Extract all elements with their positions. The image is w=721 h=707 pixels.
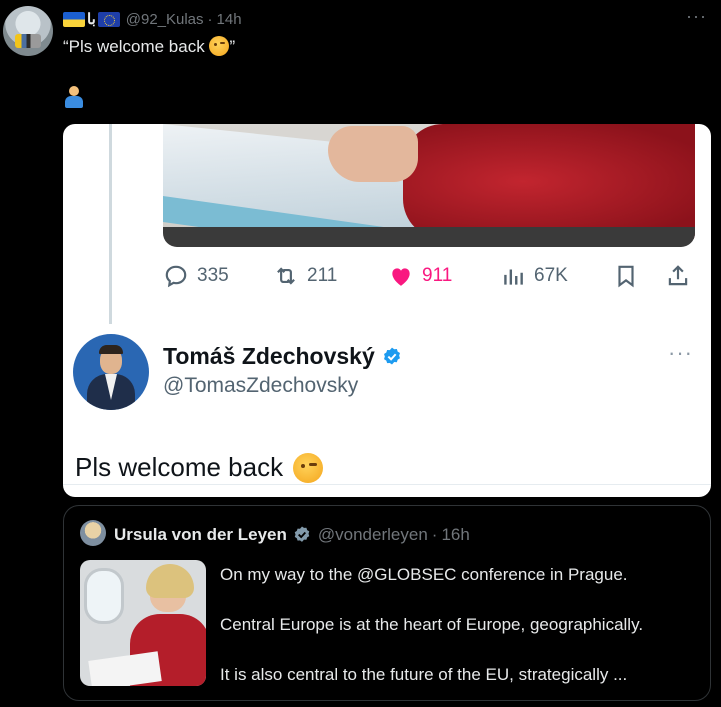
screenshot-repost-action: 211 bbox=[273, 262, 337, 290]
quoted-timestamp[interactable]: 16h bbox=[441, 525, 469, 545]
screenshot-tweet-text-body: Pls welcome back bbox=[75, 452, 284, 482]
screenshot-author-name-text: Tomáš Zdechovský bbox=[163, 343, 375, 369]
winking-face-emoji-icon bbox=[293, 452, 324, 483]
screenshot-share-action bbox=[665, 262, 699, 290]
winking-face-emoji-icon bbox=[209, 36, 230, 56]
screenshot-author-handle: @TomasZdechovsky bbox=[163, 374, 359, 397]
views-count: 67K bbox=[534, 265, 568, 286]
views-chart-icon bbox=[504, 269, 523, 285]
attached-screenshot[interactable]: 335 211 911 67K Tomáš Zdechovský @TomasZ… bbox=[63, 124, 711, 497]
verified-badge-icon bbox=[294, 526, 310, 542]
quoted-tweet-header: Ursula von der Leyen @vonderleyen · 16h bbox=[114, 525, 470, 545]
repost-icon bbox=[277, 267, 295, 285]
quoted-tweet-text: On my way to the @GLOBSEC conference in … bbox=[220, 562, 700, 707]
quoted-author-name[interactable]: Ursula von der Leyen bbox=[114, 525, 287, 545]
quoted-tweet-card[interactable]: Ursula von der Leyen @vonderleyen · 16h … bbox=[63, 505, 711, 701]
thread-line bbox=[109, 124, 112, 324]
repost-count: 211 bbox=[307, 265, 338, 286]
eu-flag-icon bbox=[97, 11, 120, 27]
screenshot-author-name: Tomáš Zdechovský bbox=[163, 343, 403, 370]
verified-badge-icon bbox=[383, 347, 400, 365]
shrug-emoji-icon bbox=[63, 86, 85, 108]
quoted-author-handle[interactable]: @vonderleyen bbox=[318, 525, 428, 545]
ukraine-flag-icon bbox=[63, 11, 85, 27]
heart-filled-icon bbox=[392, 268, 410, 286]
quoted-text-line: On my way to the @GLOBSEC conference in … bbox=[220, 565, 628, 584]
post-text: “Pls welcome back ” bbox=[63, 36, 235, 57]
screenshot-reply-action: 335 bbox=[163, 262, 229, 290]
quoted-text-line: It is also central to the future of the … bbox=[220, 665, 628, 684]
screenshot-action-bar: 335 211 911 67K bbox=[163, 262, 698, 290]
quoted-text-line: Central Europe is at the heart of Europe… bbox=[220, 615, 644, 634]
screenshot-views-action: 67K bbox=[500, 262, 568, 290]
quoted-separator: · bbox=[431, 525, 438, 544]
screenshot-media-photo bbox=[163, 124, 695, 247]
reply-count: 335 bbox=[197, 265, 229, 286]
screenshot-like-action: 911 bbox=[388, 262, 452, 290]
post-text-end: ” bbox=[229, 37, 236, 56]
header-separator: · bbox=[207, 10, 213, 28]
screenshot-bookmark-action bbox=[613, 262, 647, 290]
bookmark-icon bbox=[618, 265, 634, 288]
post-timestamp[interactable]: 14h bbox=[217, 11, 242, 28]
post-text-body: “Pls welcome back bbox=[63, 37, 210, 56]
zdechovsky-avatar bbox=[73, 334, 149, 410]
quoted-tweet-photo[interactable] bbox=[80, 560, 206, 686]
reply-icon bbox=[165, 265, 187, 288]
post-header: با @92_Kulas · 14h bbox=[63, 9, 242, 29]
author-handle[interactable]: @92_Kulas bbox=[126, 11, 204, 28]
like-count: 911 bbox=[422, 265, 453, 286]
quoted-author-avatar[interactable] bbox=[80, 520, 106, 546]
author-avatar[interactable] bbox=[3, 6, 53, 56]
share-icon bbox=[668, 265, 688, 286]
more-options-icon[interactable]: ··· bbox=[686, 6, 707, 27]
screenshot-more-icon: ··· bbox=[668, 340, 693, 365]
author-display-name[interactable]: با bbox=[87, 10, 96, 28]
avatar-figures bbox=[15, 34, 41, 48]
divider bbox=[63, 484, 711, 485]
screenshot-tweet-text: Pls welcome back bbox=[75, 452, 324, 483]
